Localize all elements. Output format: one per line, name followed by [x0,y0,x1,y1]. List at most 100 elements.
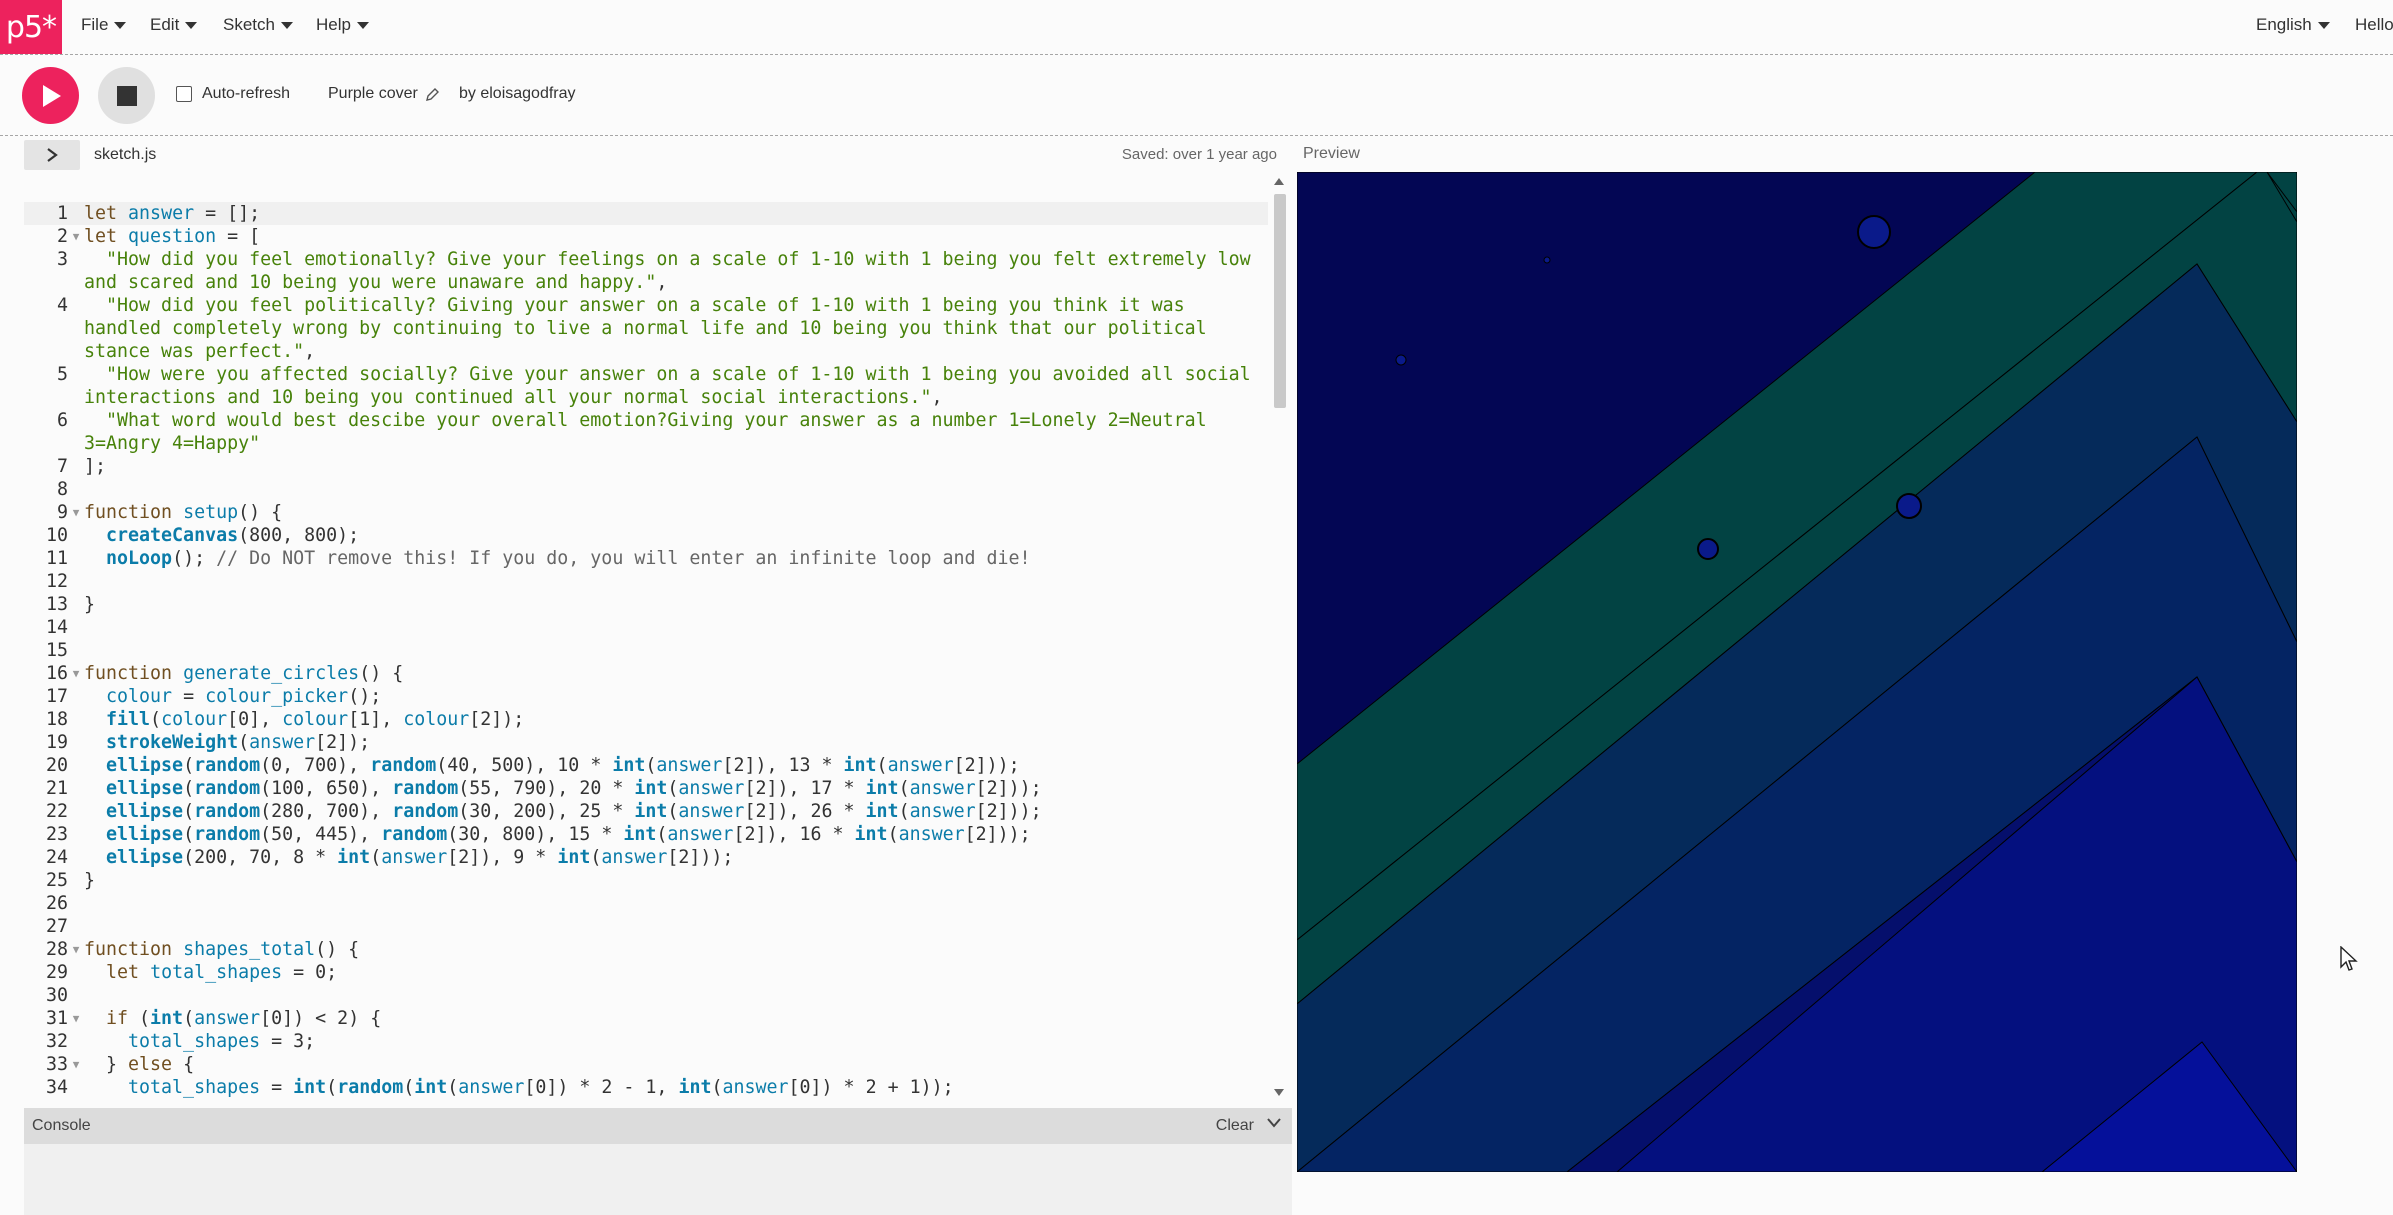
code-line[interactable]: 18 fill(colour[0], colour[1], colour[2])… [24,708,1268,731]
code-line[interactable]: 17 colour = colour_picker(); [24,685,1268,708]
fold-arrow-icon[interactable]: ▼ [68,1053,84,1076]
sketch-name-label: Purple cover [328,85,418,102]
code-line[interactable]: 10 createCanvas(800, 800); [24,524,1268,547]
line-number: 4 [56,295,68,316]
user-greeting: Hello [2355,15,2393,34]
language-selector[interactable]: English [2256,15,2330,35]
line-number: 21 [45,778,68,799]
fold-arrow-icon[interactable]: ▼ [68,225,84,248]
code-line[interactable]: 22 ellipse(random(280, 700), random(30, … [24,800,1268,823]
menu-edit[interactable]: Edit [150,15,198,35]
code-line[interactable]: 23 ellipse(random(50, 445), random(30, 8… [24,823,1268,846]
auto-refresh-label: Auto-refresh [202,85,291,102]
line-number: 9 [56,502,68,523]
code-line[interactable]: 9 ▼ function setup() { [24,501,1268,524]
menu-help[interactable]: Help [316,15,369,35]
line-number: 1 [56,203,68,224]
fold-arrow-icon[interactable]: ▼ [68,662,84,685]
code-line[interactable]: 19 strokeWeight(answer[2]); [24,731,1268,754]
code-line[interactable]: 14 [24,616,1268,639]
line-number: 17 [45,686,68,707]
line-number: 29 [45,962,68,983]
fold-arrow-icon[interactable]: ▼ [68,501,84,524]
mouse-cursor-icon [2340,946,2358,971]
auto-refresh-checkbox[interactable] [176,86,192,102]
menu-file[interactable]: File [81,15,127,35]
code-line[interactable]: 28 ▼ function shapes_total() { [24,938,1268,961]
code-editor[interactable]: 1 let answer = []; 2 ▼ let question = [ 3 "… [24,172,1292,1102]
sketch-preview[interactable] [1297,172,2297,1172]
chevron-down-icon [1267,1118,1281,1128]
fold-arrow-icon[interactable]: ▼ [68,938,84,961]
code-line[interactable]: 16 ▼ function generate_circles() { [24,662,1268,685]
code-line[interactable]: 30 [24,984,1268,1007]
code-line[interactable]: 27 [24,915,1268,938]
line-number: 19 [45,732,68,753]
language-label: English [2256,15,2312,34]
menu-sketch-label: Sketch [223,15,275,34]
console-clear-button[interactable]: Clear [1216,1117,1254,1135]
line-number: 15 [45,640,68,661]
sketch-owner[interactable]: by eloisagodfray [459,85,576,103]
code-line[interactable]: 29 let total_shapes = 0; [24,961,1268,984]
scroll-up-arrow-icon[interactable] [1274,178,1284,185]
line-number: 16 [45,663,68,684]
line-number: 20 [45,755,68,776]
file-name: sketch.js [94,146,157,163]
preview-label: Preview [1303,145,1360,162]
line-number: 34 [45,1077,68,1098]
code-line[interactable]: 20 ellipse(random(0, 700), random(40, 50… [24,754,1268,777]
console-toggle-button[interactable] [1266,1116,1282,1134]
pencil-icon[interactable] [425,87,439,101]
line-number: 33 [45,1054,68,1075]
code-line[interactable]: 33 ▼ } else { [24,1053,1268,1076]
code-line[interactable]: 12 [24,570,1268,593]
play-button[interactable] [22,67,79,124]
editor-scrollbar[interactable] [1270,172,1290,1102]
code-line[interactable]: 4 "How did you feel politically? Giving … [24,294,1268,363]
editor-header: sketch.js Saved: over 1 year ago [24,138,1292,173]
line-number: 23 [45,824,68,845]
stop-button[interactable] [98,67,155,124]
caret-down-icon [114,21,127,29]
preview-gutter [2297,172,2393,1172]
line-number: 2 [56,226,68,247]
line-number: 25 [45,870,68,891]
code-line[interactable]: 1 let answer = []; [24,202,1268,225]
code-line[interactable]: 13} [24,593,1268,616]
line-number: 18 [45,709,68,730]
sketch-name[interactable]: Purple cover [328,85,439,103]
code-line[interactable]: 15 [24,639,1268,662]
p5-logo[interactable]: p5* [0,0,62,54]
code-line[interactable]: 32 total_shapes = 3; [24,1030,1268,1053]
auto-refresh-toggle[interactable]: Auto-refresh [176,85,290,103]
code-line[interactable]: 2 ▼ let question = [ [24,225,1268,248]
code-line[interactable]: 6 "What word would best descibe your ove… [24,409,1268,455]
expand-sidebar-button[interactable] [24,140,80,170]
code-line[interactable]: 3 "How did you feel emotionally? Give yo… [24,248,1268,294]
line-number: 27 [45,916,68,937]
line-number: 8 [56,479,68,500]
code-line[interactable]: 21 ellipse(random(100, 650), random(55, … [24,777,1268,800]
fold-arrow-icon[interactable]: ▼ [68,1007,84,1030]
code-line[interactable]: 7]; [24,455,1268,478]
line-number: 12 [45,571,68,592]
logo-text: p5* [5,9,57,45]
scroll-down-arrow-icon[interactable] [1274,1089,1284,1096]
code-line[interactable]: 11 noLoop(); // Do NOT remove this! If y… [24,547,1268,570]
user-menu[interactable]: Hello [2355,15,2393,35]
line-number: 11 [45,548,68,569]
code-line[interactable]: 31 ▼ if (int(answer[0]) < 2) { [24,1007,1268,1030]
code-line[interactable]: 26 [24,892,1268,915]
code-line[interactable]: 8 [24,478,1268,501]
code-line[interactable]: 5 "How were you affected socially? Give … [24,363,1268,409]
line-number: 13 [45,594,68,615]
scrollbar-thumb[interactable] [1274,194,1286,408]
code-line[interactable]: 34 total_shapes = int(random(int(answer[… [24,1076,1268,1099]
code-line[interactable]: 25} [24,869,1268,892]
code-line[interactable]: 24 ellipse(200, 70, 8 * int(answer[2]), … [24,846,1268,869]
menu-sketch[interactable]: Sketch [223,15,293,35]
code-lines: 1 let answer = []; 2 ▼ let question = [ 3 "… [24,202,1268,1099]
console-header: Console Clear [24,1108,1292,1144]
play-icon [42,84,61,107]
